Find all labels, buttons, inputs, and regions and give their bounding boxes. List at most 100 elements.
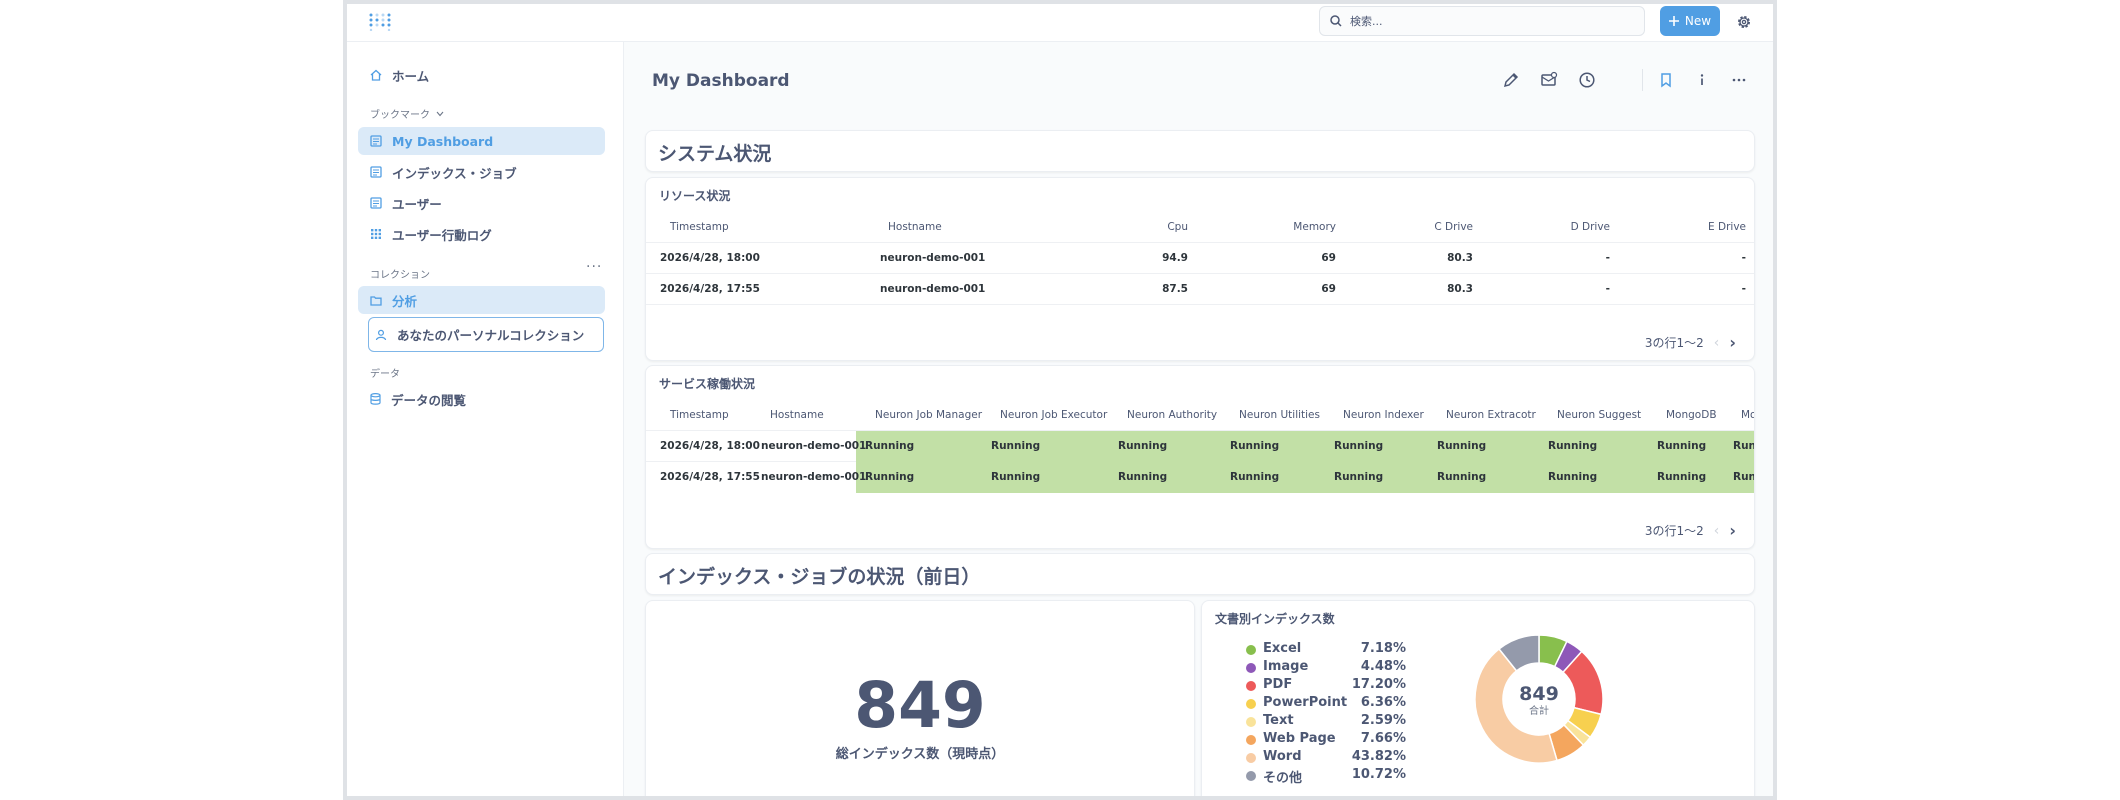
- column-header[interactable]: Neuron Suggest: [1557, 409, 1641, 421]
- legend-item[interactable]: PowerPoint 6.36%: [1246, 695, 1406, 713]
- status-cell: Running: [1118, 471, 1168, 483]
- sidebar-item-personal-collection[interactable]: あなたのパーソナルコレクション: [368, 317, 604, 352]
- scalar-value: 849: [854, 669, 986, 742]
- search-box[interactable]: [1319, 6, 1645, 36]
- status-cell: Running: [1118, 440, 1168, 452]
- bookmarks-section-toggle[interactable]: ブックマーク: [370, 106, 444, 121]
- status-cell: Running: [1657, 440, 1707, 452]
- sidebar-item-analysis[interactable]: 分析: [358, 286, 605, 314]
- status-cell: Running: [1548, 440, 1598, 452]
- column-header[interactable]: Neuron Extracotr: [1446, 409, 1536, 421]
- bookmark-icon[interactable]: [1657, 71, 1675, 89]
- sidebar-item-label: ホーム: [392, 68, 430, 84]
- sidebar-item-my-dashboard[interactable]: My Dashboard: [358, 127, 605, 155]
- legend-label: Excel: [1263, 641, 1302, 656]
- donut-chart[interactable]: 849 合計: [1474, 634, 1604, 764]
- home-icon: [370, 69, 382, 81]
- legend-dot: [1246, 645, 1256, 655]
- legend-item[interactable]: Text 2.59%: [1246, 713, 1406, 731]
- clock-icon[interactable]: [1578, 71, 1596, 89]
- status-cell: Runn: [1733, 440, 1754, 452]
- table-cell: -: [1605, 252, 1610, 264]
- column-header[interactable]: Timestamp: [670, 409, 729, 421]
- chevron-right-icon[interactable]: ›: [1729, 521, 1736, 540]
- legend-item[interactable]: Excel 7.18%: [1246, 641, 1406, 659]
- column-header[interactable]: Neuron Indexer: [1343, 409, 1424, 421]
- status-cell: Running: [991, 440, 1041, 452]
- column-header[interactable]: C Drive: [1434, 221, 1473, 233]
- column-header[interactable]: Timestamp: [670, 221, 729, 233]
- legend-label: Web Page: [1263, 731, 1336, 746]
- sidebar-item-label: My Dashboard: [392, 133, 494, 149]
- column-header[interactable]: MongoDB: [1666, 409, 1717, 421]
- sidebar-item-label: ユーザー: [392, 196, 442, 212]
- legend-label: その他: [1263, 771, 1303, 786]
- sidebar-item-index-job[interactable]: インデックス・ジョブ: [358, 158, 605, 186]
- column-header[interactable]: Mo: [1741, 409, 1754, 421]
- legend-item[interactable]: PDF 17.20%: [1246, 677, 1406, 695]
- sidebar-item-home[interactable]: ホーム: [358, 61, 605, 89]
- table-pagination: 3の行1〜2 ‹ ›: [1645, 333, 1736, 352]
- table-cell: 80.3: [1447, 283, 1473, 295]
- column-header[interactable]: Neuron Authority: [1127, 409, 1217, 421]
- system-status-heading-card: システム状況: [645, 130, 1755, 172]
- column-header[interactable]: E Drive: [1708, 221, 1746, 233]
- column-header[interactable]: Neuron Job Manager: [875, 409, 982, 421]
- table-cell: 69: [1321, 252, 1336, 264]
- column-header[interactable]: Hostname: [888, 221, 942, 233]
- column-header[interactable]: D Drive: [1571, 221, 1610, 233]
- gear-icon[interactable]: [1736, 14, 1752, 30]
- sidebar-item-users[interactable]: ユーザー: [358, 189, 605, 217]
- sidebar-item-label: ユーザー行動ログ: [392, 227, 492, 243]
- legend-percent: 17.20%: [1351, 677, 1406, 692]
- status-cell: Runn: [1733, 471, 1754, 483]
- sidebar-item-user-activity-log[interactable]: ユーザー行動ログ: [358, 220, 605, 248]
- dashboard-icon: [370, 166, 382, 178]
- legend-dot: [1246, 735, 1256, 745]
- column-header[interactable]: Memory: [1293, 221, 1336, 233]
- legend-dot: [1246, 663, 1256, 673]
- collections-more-icon[interactable]: ···: [586, 259, 602, 275]
- legend-item[interactable]: Word 43.82%: [1246, 749, 1406, 767]
- total-index-card[interactable]: 849 総インデックス数（現時点）: [645, 600, 1195, 796]
- chevron-left-icon[interactable]: ‹: [1714, 335, 1720, 351]
- card-title: リソース状況: [659, 189, 731, 203]
- column-header[interactable]: Neuron Job Executor: [1000, 409, 1107, 421]
- legend-percent: 4.48%: [1360, 659, 1406, 674]
- table-cell: neuron-demo-001: [880, 283, 986, 295]
- legend-label: Image: [1263, 659, 1309, 674]
- table-cell: neuron-demo-001: [761, 471, 867, 483]
- legend-item[interactable]: Web Page 7.66%: [1246, 731, 1406, 749]
- column-header[interactable]: Hostname: [770, 409, 824, 421]
- subscription-icon[interactable]: [1540, 71, 1558, 89]
- chart-legend: Excel 7.18% Image 4.48% PDF 17.20% PowerPoint 6…: [1246, 641, 1406, 786]
- grid-icon: [371, 229, 381, 239]
- more-options-icon[interactable]: [1730, 71, 1748, 89]
- status-cell: Running: [1657, 471, 1707, 483]
- index-job-heading-card: インデックス・ジョブの状況（前日）: [645, 553, 1755, 595]
- search-input[interactable]: [1350, 14, 1630, 28]
- info-icon[interactable]: [1693, 71, 1711, 89]
- pagination-text: 3の行1〜2: [1644, 336, 1704, 350]
- legend-item[interactable]: Image 4.48%: [1246, 659, 1406, 677]
- metabase-logo-icon[interactable]: [369, 13, 391, 31]
- sidebar-item-label: あなたのパーソナルコレクション: [397, 328, 585, 343]
- doc-index-chart-card: 文書別インデックス数 Excel 7.18% Image 4.48% PDF 17.20%…: [1201, 600, 1755, 796]
- sidebar-item-browse-data[interactable]: データの閲覧: [358, 385, 605, 413]
- table-cell: 80.3: [1447, 252, 1473, 264]
- top-bar: New: [347, 4, 1773, 42]
- new-button[interactable]: New: [1660, 6, 1720, 36]
- app-window: New ホーム ブックマーク My Dashboard インデックス・ジョブ ユ…: [343, 0, 1777, 800]
- chevron-left-icon[interactable]: ‹: [1714, 523, 1720, 539]
- column-header[interactable]: Neuron Utilities: [1239, 409, 1320, 421]
- column-header[interactable]: Cpu: [1167, 221, 1188, 233]
- card-title: サービス稼働状況: [659, 377, 756, 391]
- plus-icon: [1668, 16, 1679, 26]
- legend-item[interactable]: その他 10.72%: [1246, 767, 1406, 786]
- pencil-icon[interactable]: [1502, 71, 1520, 89]
- section-heading: システム状況: [658, 143, 772, 165]
- chevron-right-icon[interactable]: ›: [1729, 333, 1736, 352]
- status-cell: Running: [865, 440, 915, 452]
- legend-percent: 10.72%: [1351, 767, 1406, 782]
- folder-icon: [370, 295, 382, 306]
